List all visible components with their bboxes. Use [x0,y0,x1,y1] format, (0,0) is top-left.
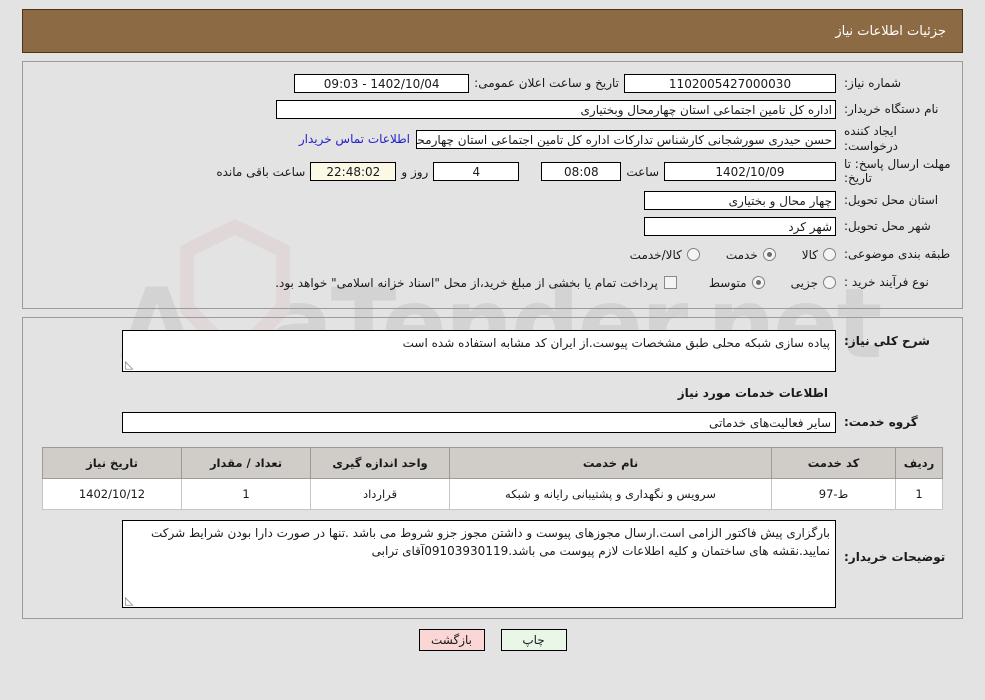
delivery-province-field[interactable]: چهار محال و بختیاری [644,191,836,211]
category-option-label: کالا/خدمت [629,247,682,262]
need-number-label: شماره نیاز: [844,75,901,90]
process-type-radio-group: جزیی متوسط [683,276,836,290]
row-need-number: شماره نیاز: 1102005427000030 تاریخ و ساع… [31,72,954,94]
back-button[interactable]: بازگشت [418,628,485,651]
deadline-countdown-field: 22:48:02 [310,162,397,182]
row-category: طبقه بندی موضوعی: کالا خدمت کالا/خدمت [31,244,954,266]
page-title: جزئیات اطلاعات نیاز [835,23,946,39]
col-service-code: کد خدمت [771,446,896,479]
row-deadline: مهلت ارسال پاسخ: تا تاریخ: 1402/10/09 سا… [31,157,954,186]
category-radio-kala[interactable]: کالا [802,248,836,262]
row-need-summary: شرح کلی نیاز: پیاده سازی شبکه محلی طبق م… [31,329,954,372]
cell-need-date: 1402/10/12 [42,477,182,510]
cell-unit: قرارداد [310,477,450,510]
category-radio-group: کالا خدمت کالا/خدمت [604,248,836,262]
deadline-remaining-label: ساعت باقی مانده [216,164,306,179]
radio-icon[interactable] [823,276,836,290]
buyer-org-field[interactable]: اداره کل تامین اجتماعی استان چهارمحال وب… [276,99,836,119]
row-buyer-org: نام دستگاه خریدار: اداره کل تامین اجتماع… [31,98,954,120]
buyer-org-label: نام دستگاه خریدار: [844,101,939,116]
delivery-city-label: شهر محل تحویل: [844,219,931,234]
services-table-wrap: ردیف کد خدمت نام خدمت واحد اندازه گیری ت… [31,446,954,510]
radio-icon[interactable] [751,276,765,290]
public-announce-label: تاریخ و ساعت اعلان عمومی: [474,76,619,90]
category-option-label: کالا [801,247,818,262]
service-group-label: گروه خدمت: [844,415,918,430]
deadline-date-field[interactable]: 1402/10/09 [664,162,836,182]
delivery-province-label: استان محل تحویل: [844,193,939,208]
radio-icon[interactable] [686,248,700,262]
radio-icon[interactable] [762,248,776,262]
process-type-radio-motavaset[interactable]: متوسط [709,276,765,290]
category-radio-kala-khedmat[interactable]: کالا/خدمت [630,248,700,262]
resize-grip-icon[interactable]: ◺ [125,359,135,370]
need-number-field[interactable]: 1102005427000030 [624,73,836,93]
service-group-field[interactable]: سایر فعالیت‌های خدماتی [122,411,836,433]
deadline-days-label: روز و [401,164,429,179]
cell-quantity: 1 [181,477,311,510]
page-header: جزئیات اطلاعات نیاز [22,9,963,53]
treasury-bond-label: پرداخت تمام یا بخشی از مبلغ خرید،از محل … [275,275,658,290]
deadline-time-label: ساعت [626,164,659,179]
row-delivery-province: استان محل تحویل: چهار محال و بختیاری [31,190,954,212]
table-row: 1 ط-97 سرویس و نگهداری و پشتیبانی رایانه… [42,477,943,510]
delivery-city-field[interactable]: شهر کرد [644,217,836,237]
print-button[interactable]: چاپ [500,628,567,651]
buyer-notes-textarea[interactable]: بارگزاری پیش فاکتور الزامی است.ارسال مجو… [122,519,836,608]
buyer-contact-link[interactable]: اطلاعات تماس خریدار [299,132,410,146]
footer-buttons: چاپ بازگشت [0,628,985,651]
col-need-date: تاریخ نیاز [42,446,182,479]
process-type-label: نوع فرآیند خرید : [844,275,929,290]
public-announce-field[interactable]: 1402/10/04 - 09:03 [294,73,470,93]
col-quantity: تعداد / مقدار [181,446,311,479]
buyer-notes-text: بارگزاری پیش فاکتور الزامی است.ارسال مجو… [150,525,830,558]
buyer-notes-label: توضیحات خریدار: [844,549,946,564]
category-label: طبقه بندی موضوعی: [844,247,951,262]
row-process-type: نوع فرآیند خرید : جزیی متوسط پرداخت تمام… [31,272,954,294]
cell-row-no: 1 [895,477,943,510]
requester-field[interactable]: حسن حیدری سورشجانی کارشناس تدارکات اداره… [416,129,836,149]
requester-label: ایجاد کننده درخواست: [844,124,898,153]
need-summary-text: پیاده سازی شبکه محلی طبق مشخصات پیوست.از… [402,335,830,350]
col-row-no: ردیف [895,446,943,479]
process-type-option-label: متوسط [708,275,747,290]
need-summary-textarea[interactable]: پیاده سازی شبکه محلی طبق مشخصات پیوست.از… [122,329,836,372]
deadline-label: مهلت ارسال پاسخ: تا تاریخ: [844,157,951,185]
services-section-title: اطلاعات خدمات مورد نیاز [677,385,828,400]
category-radio-khedmat[interactable]: خدمت [726,248,776,262]
process-type-option-label: جزیی [790,275,818,290]
deadline-time-field[interactable]: 08:08 [541,162,622,182]
col-service-name: نام خدمت [449,446,772,479]
row-requester: ایجاد کننده درخواست: حسن حیدری سورشجانی … [31,124,954,154]
need-info-panel: شماره نیاز: 1102005427000030 تاریخ و ساع… [22,61,963,309]
process-type-radio-jozei[interactable]: جزیی [791,276,836,290]
col-unit: واحد اندازه گیری [310,446,450,479]
table-header-row: ردیف کد خدمت نام خدمت واحد اندازه گیری ت… [42,446,943,479]
radio-icon[interactable] [823,248,836,262]
row-buyer-notes: توضیحات خریدار: بارگزاری پیش فاکتور الزا… [31,519,954,608]
cell-service-name: سرویس و نگهداری و پشتیبانی رایانه و شبکه [449,477,772,510]
row-service-group: گروه خدمت: سایر فعالیت‌های خدماتی [31,411,954,433]
deadline-days-field[interactable]: 4 [433,162,520,182]
services-table: ردیف کد خدمت نام خدمت واحد اندازه گیری ت… [42,446,943,510]
treasury-bond-checkbox-row[interactable]: پرداخت تمام یا بخشی از مبلغ خرید،از محل … [275,276,677,290]
resize-grip-icon[interactable]: ◺ [125,595,135,606]
checkbox-icon[interactable] [663,276,677,290]
need-summary-label: شرح کلی نیاز: [844,333,930,348]
category-option-label: خدمت [725,247,758,262]
row-delivery-city: شهر محل تحویل: شهر کرد [31,216,954,238]
need-description-panel: شرح کلی نیاز: پیاده سازی شبکه محلی طبق م… [22,316,963,619]
cell-service-code: ط-97 [771,477,896,510]
